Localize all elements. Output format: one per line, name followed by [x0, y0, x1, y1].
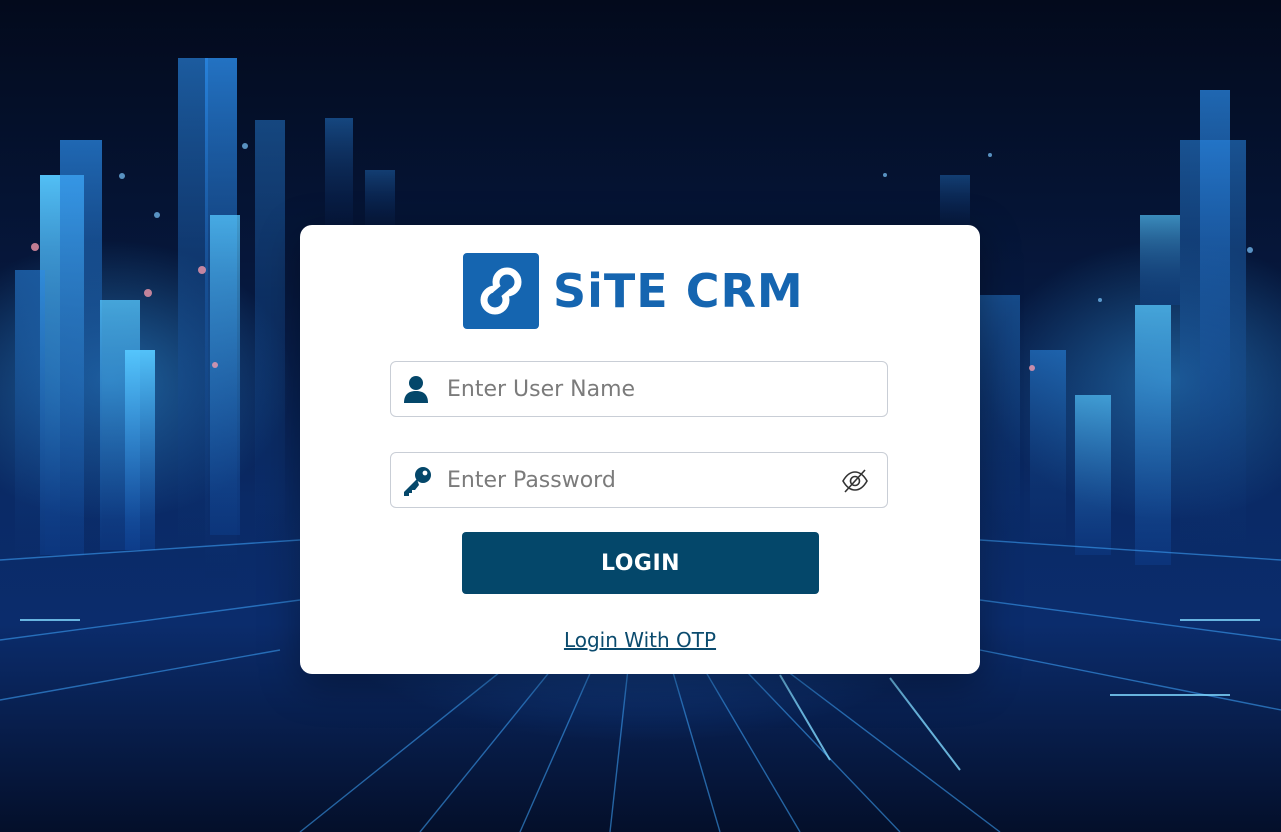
- eye-slash-icon[interactable]: [841, 468, 869, 494]
- username-input[interactable]: [447, 362, 827, 416]
- chain-link-logo-icon: [463, 253, 539, 329]
- username-field[interactable]: [390, 361, 888, 417]
- brand-name: SiTE CRM: [553, 264, 804, 318]
- brand-logo: SiTE CRM: [463, 253, 804, 329]
- key-icon: [401, 465, 431, 496]
- password-input[interactable]: [447, 453, 827, 507]
- password-field[interactable]: [390, 452, 888, 508]
- login-button[interactable]: LOGIN: [462, 532, 819, 594]
- login-card: SiTE CRM LOGIN Log: [300, 225, 980, 674]
- login-with-otp-link[interactable]: Login With OTP: [564, 628, 716, 652]
- user-icon: [401, 374, 431, 404]
- otp-link-container: Login With OTP: [300, 628, 980, 652]
